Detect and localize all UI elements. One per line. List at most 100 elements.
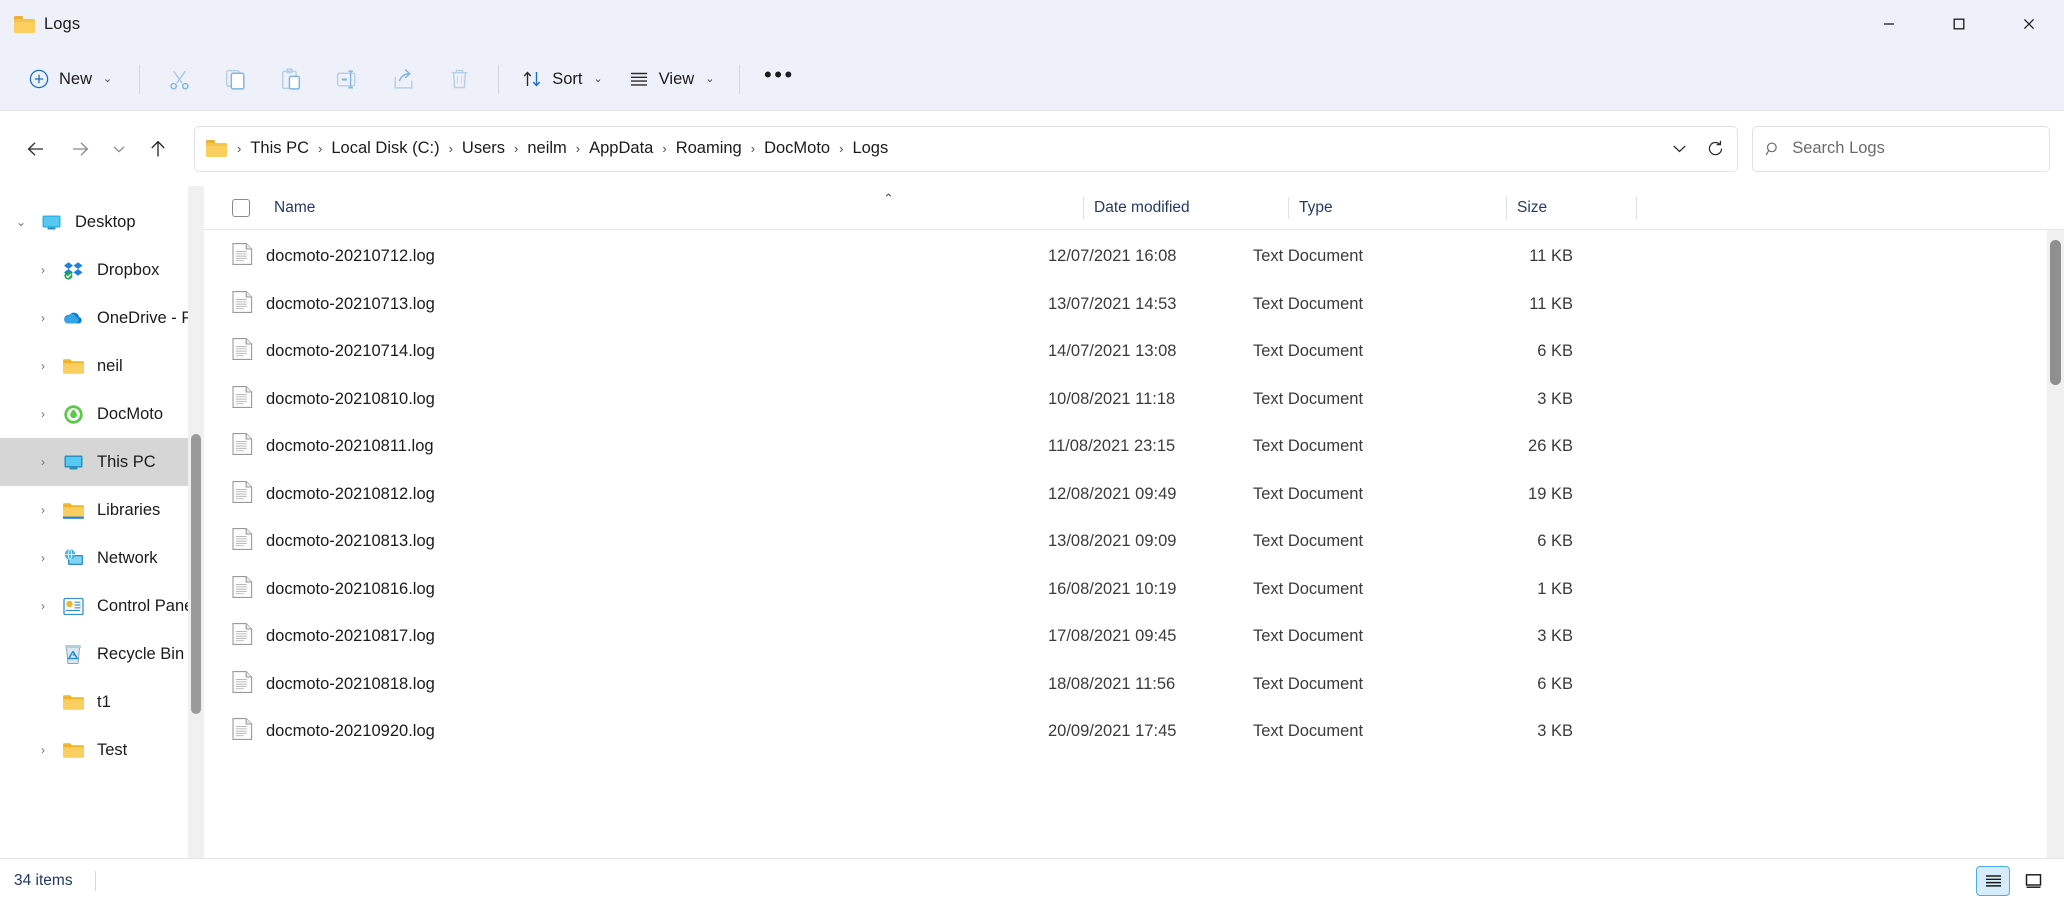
chevron-right-icon[interactable]: › [28, 743, 58, 757]
file-name-cell[interactable]: docmoto-20210813.log [218, 527, 1038, 556]
sidebar-item-test[interactable]: › Test [0, 726, 204, 774]
back-button[interactable] [14, 127, 58, 171]
file-name-cell[interactable]: docmoto-20210812.log [218, 480, 1038, 509]
table-row[interactable]: docmoto-20210920.log 20/09/2021 17:45 Text… [204, 708, 2064, 756]
copy-button[interactable] [207, 57, 263, 101]
select-all-checkbox[interactable] [232, 198, 250, 217]
table-row[interactable]: docmoto-20210712.log 12/07/2021 16:08 Text… [204, 233, 2064, 281]
chevron-right-icon[interactable]: › [28, 407, 58, 421]
docmoto-icon [58, 404, 88, 425]
paste-button[interactable] [263, 57, 319, 101]
table-row[interactable]: docmoto-20210813.log 13/08/2021 09:09 Text… [204, 518, 2064, 566]
text-document-icon [232, 385, 253, 414]
chevron-down-icon[interactable]: ⌄ [6, 215, 36, 229]
sidebar-item-recycle-bin[interactable]: Recycle Bin [0, 630, 204, 678]
recent-locations-button[interactable] [102, 127, 136, 171]
sidebar-item-network[interactable]: › Network [0, 534, 204, 582]
table-row[interactable]: docmoto-20210818.log 18/08/2021 11:56 Text… [204, 661, 2064, 709]
sidebar-scrollbar[interactable] [188, 186, 204, 858]
table-row[interactable]: docmoto-20210811.log 11/08/2021 23:15 Text… [204, 423, 2064, 471]
sidebar-item-this-pc[interactable]: › This PC [0, 438, 204, 486]
sidebar-scrollbar-thumb[interactable] [191, 434, 201, 714]
chevron-right-icon[interactable]: › [28, 263, 58, 277]
up-button[interactable] [136, 127, 180, 171]
file-size-cell: 1 KB [1537, 579, 1573, 598]
file-name-cell[interactable]: docmoto-20210811.log [218, 432, 1038, 461]
file-name-label: docmoto-20210712.log [266, 247, 435, 266]
breadcrumb-item-users[interactable]: Users [455, 134, 512, 163]
file-name-cell[interactable]: docmoto-20210810.log [218, 385, 1038, 414]
toolbar-divider [739, 64, 741, 94]
column-header-label: Type [1299, 198, 1333, 216]
text-document-icon [232, 242, 253, 271]
chevron-right-icon[interactable]: › [28, 551, 58, 565]
refresh-button[interactable] [1697, 131, 1733, 167]
sidebar-item-control-panel[interactable]: › Control Panel [0, 582, 204, 630]
file-list-scrollbar-thumb[interactable] [2050, 240, 2061, 385]
column-header-date-modified[interactable]: Date modified [1084, 186, 1289, 230]
maximize-button[interactable] [1924, 0, 1994, 48]
sidebar-item-onedrive[interactable]: › OneDrive - Pers [0, 294, 204, 342]
chevron-right-icon[interactable]: › [28, 455, 58, 469]
breadcrumb-item-logs[interactable]: Logs [845, 134, 895, 163]
share-button[interactable] [375, 57, 431, 101]
breadcrumb-item-docmoto[interactable]: DocMoto [757, 134, 837, 163]
file-size-cell: 3 KB [1537, 627, 1573, 646]
table-row[interactable]: docmoto-20210812.log 12/08/2021 09:49 Text… [204, 471, 2064, 519]
sidebar-item-dropbox[interactable]: › Dropbox [0, 246, 204, 294]
chevron-right-icon[interactable]: › [28, 503, 58, 517]
breadcrumb-item-neilm[interactable]: neilm [520, 134, 573, 163]
table-row[interactable]: docmoto-20210810.log 10/08/2021 11:18 Text… [204, 376, 2064, 424]
file-name-cell[interactable]: docmoto-20210713.log [218, 290, 1038, 319]
file-name-cell[interactable]: docmoto-20210817.log [218, 622, 1038, 651]
file-date-cell: 11/08/2021 23:15 [1048, 437, 1176, 456]
breadcrumb-item-roaming[interactable]: Roaming [669, 134, 749, 163]
view-button[interactable]: View ⌄ [617, 57, 729, 101]
minimize-button[interactable] [1854, 0, 1924, 48]
table-row[interactable]: docmoto-20210714.log 14/07/2021 13:08 Text… [204, 328, 2064, 376]
file-list-scrollbar[interactable] [2047, 230, 2064, 858]
sidebar-item-t1[interactable]: t1 [0, 678, 204, 726]
table-row[interactable]: docmoto-20210713.log 13/07/2021 14:53 Text… [204, 281, 2064, 329]
select-all-header[interactable] [218, 186, 264, 230]
file-name-cell[interactable]: docmoto-20210816.log [218, 575, 1038, 604]
breadcrumb-item-this-pc[interactable]: This PC [243, 134, 316, 163]
sidebar-item-docmoto[interactable]: › DocMoto [0, 390, 204, 438]
onedrive-icon [58, 307, 88, 329]
file-name-cell[interactable]: docmoto-20210714.log [218, 337, 1038, 366]
breadcrumb-item-appdata[interactable]: AppData [582, 134, 660, 163]
column-header-name[interactable]: Name [264, 186, 1084, 230]
chevron-right-icon[interactable]: › [28, 599, 58, 613]
forward-button[interactable] [58, 127, 102, 171]
title-bar-label-group: Logs [0, 15, 80, 34]
column-header-type[interactable]: Type [1289, 186, 1507, 230]
search-input[interactable] [1792, 139, 2037, 158]
rename-button[interactable] [319, 57, 375, 101]
sidebar-item-desktop[interactable]: ⌄ Desktop [0, 198, 204, 246]
table-row[interactable]: docmoto-20210816.log 16/08/2021 10:19 Text… [204, 566, 2064, 614]
cut-button[interactable] [151, 57, 207, 101]
new-button[interactable]: New ⌄ [16, 57, 128, 101]
file-name-cell[interactable]: docmoto-20210920.log [218, 717, 1038, 746]
breadcrumb[interactable]: › This PC › Local Disk (C:) › Users › ne… [194, 125, 1738, 172]
large-icons-view-button[interactable] [2016, 866, 2050, 896]
delete-button[interactable] [431, 57, 487, 101]
file-name-cell[interactable]: docmoto-20210818.log [218, 670, 1038, 699]
close-button[interactable] [1994, 0, 2064, 48]
sidebar-item-neil[interactable]: › neil [0, 342, 204, 390]
details-view-button[interactable] [1976, 865, 2010, 896]
chevron-right-icon[interactable]: › [28, 311, 58, 325]
path-dropdown-button[interactable] [1661, 131, 1697, 167]
sidebar-item-libraries[interactable]: › Libraries [0, 486, 204, 534]
chevron-right-icon[interactable]: › [28, 359, 58, 373]
table-row[interactable]: docmoto-20210817.log 17/08/2021 09:45 Text… [204, 613, 2064, 661]
breadcrumb-item-local-disk[interactable]: Local Disk (C:) [324, 134, 446, 163]
file-date-cell: 12/08/2021 09:49 [1048, 484, 1177, 503]
file-name-cell[interactable]: docmoto-20210712.log [218, 242, 1038, 271]
search-box[interactable] [1752, 125, 2050, 172]
view-toggle-group [1976, 865, 2050, 896]
sort-button[interactable]: Sort ⌄ [510, 57, 616, 101]
column-header-size[interactable]: Size [1507, 186, 1637, 230]
more-options-button[interactable]: ••• [751, 57, 807, 101]
file-date-cell: 16/08/2021 10:19 [1048, 579, 1177, 598]
